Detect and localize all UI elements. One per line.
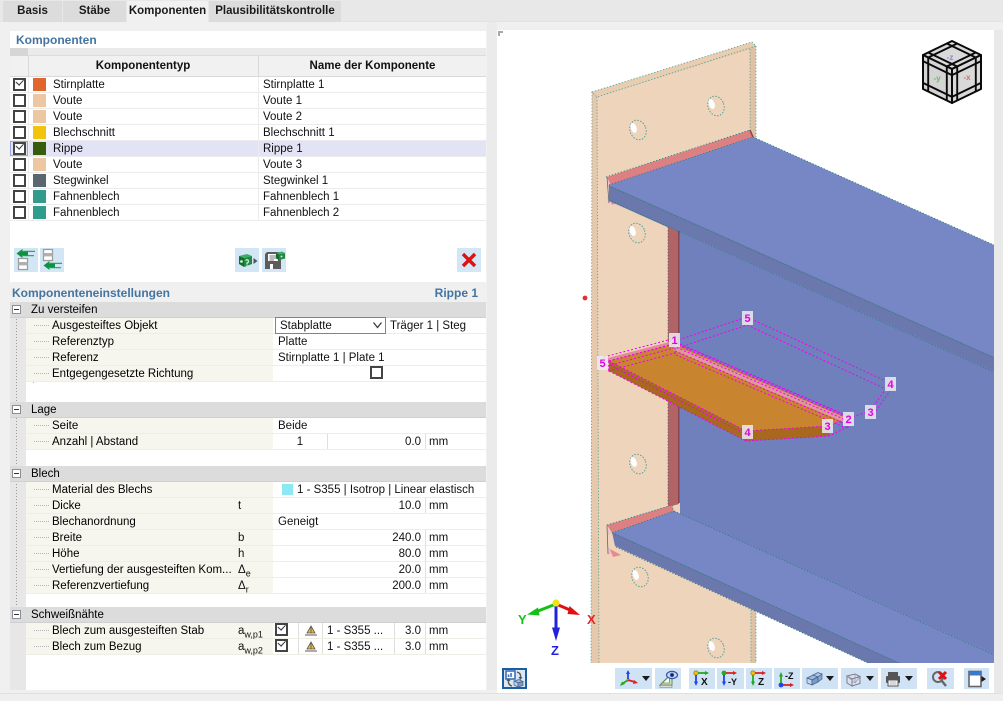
svg-text:4: 4 [887, 379, 894, 391]
svg-text:-Z: -Z [785, 671, 794, 681]
svg-text:3: 3 [867, 407, 873, 419]
svg-text:5: 5 [599, 358, 605, 370]
svg-text:X: X [587, 612, 596, 627]
svg-text:5: 5 [744, 313, 750, 325]
svg-text:Y: Y [518, 612, 527, 627]
svg-text:X: X [701, 677, 708, 688]
svg-text:-z: -z [947, 53, 954, 62]
svg-text:Z: Z [551, 643, 559, 658]
svg-text:-y: -y [933, 74, 941, 83]
svg-text:4: 4 [744, 427, 751, 439]
svg-text:1: 1 [671, 335, 677, 347]
svg-text:-x: -x [963, 73, 971, 82]
svg-text:2: 2 [845, 414, 851, 426]
svg-text:3: 3 [824, 421, 830, 433]
svg-text:Z: Z [758, 677, 764, 688]
svg-text:-Y: -Y [728, 677, 737, 687]
